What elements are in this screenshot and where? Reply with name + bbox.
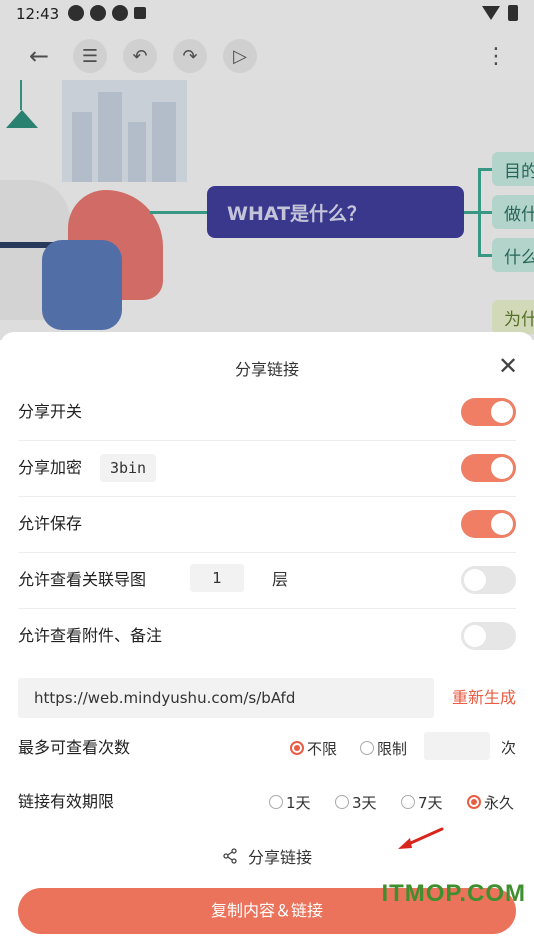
- red-arrow-annotation: [398, 827, 444, 849]
- radio-limited[interactable]: 限制: [360, 728, 407, 768]
- row-label: 分享加密: [18, 458, 83, 477]
- sheet-title: 分享链接: [234, 360, 299, 379]
- attachments-row: 允许查看附件、备注: [18, 608, 516, 664]
- password-field[interactable]: 3bin: [100, 454, 156, 482]
- radio-forever[interactable]: 永久: [467, 782, 514, 822]
- row-label: 允许保存: [18, 514, 83, 533]
- radio-label: 永久: [484, 793, 515, 812]
- share-link-button[interactable]: 分享链接: [222, 844, 312, 868]
- encrypt-toggle[interactable]: [461, 454, 516, 482]
- layers-unit: 层: [272, 570, 289, 589]
- attachments-toggle[interactable]: [461, 622, 516, 650]
- allow-save-row: 允许保存: [18, 496, 516, 553]
- share-switch-row: 分享开关: [18, 384, 516, 441]
- radio-selected-icon: [290, 741, 304, 755]
- radio-label: 限制: [377, 739, 408, 758]
- row-label: 最多可查看次数: [18, 738, 131, 757]
- regenerate-link[interactable]: 重新生成: [452, 678, 516, 718]
- radio-1-day[interactable]: 1天: [269, 782, 311, 822]
- share-sheet: 分享链接 ✕ 分享开关 分享加密 3bin 允许保存 允许查看关联导图 1 层 …: [0, 332, 534, 950]
- row-label: 允许查看关联导图: [18, 570, 147, 589]
- radio-3-days[interactable]: 3天: [335, 782, 377, 822]
- row-label: 分享开关: [18, 402, 83, 421]
- radio-label: 7天: [418, 793, 443, 812]
- watermark-logo: ITMOP.COM: [381, 880, 526, 907]
- radio-unlimited[interactable]: 不限: [290, 728, 337, 768]
- radio-selected-icon: [467, 795, 481, 809]
- row-label: 允许查看附件、备注: [18, 626, 163, 645]
- view-count-unit: 次: [500, 739, 516, 757]
- layers-input[interactable]: 1: [190, 564, 244, 592]
- share-toggle[interactable]: [461, 398, 516, 426]
- close-icon[interactable]: ✕: [496, 354, 520, 378]
- radio-label: 3天: [352, 793, 377, 812]
- radio-icon: [335, 795, 349, 809]
- radio-icon: [360, 741, 374, 755]
- related-maps-row: 允许查看关联导图 1 层: [18, 552, 516, 609]
- share-icon: [223, 848, 237, 864]
- allow-save-toggle[interactable]: [461, 510, 516, 538]
- view-limit-row: 最多可查看次数 不限 限制 次: [18, 728, 516, 768]
- row-label: 链接有效期限: [18, 792, 115, 811]
- radio-label: 不限: [307, 739, 338, 758]
- radio-icon: [401, 795, 415, 809]
- radio-7-days[interactable]: 7天: [401, 782, 443, 822]
- radio-icon: [269, 795, 283, 809]
- dim-overlay[interactable]: [0, 0, 534, 340]
- validity-row: 链接有效期限 1天 3天 7天 永久: [18, 782, 516, 822]
- related-maps-toggle[interactable]: [461, 566, 516, 594]
- radio-label: 1天: [286, 793, 311, 812]
- share-link-label: 分享链接: [248, 848, 313, 867]
- share-encrypt-row: 分享加密 3bin: [18, 440, 516, 497]
- view-count-input[interactable]: [424, 732, 490, 760]
- share-url-field[interactable]: https://web.mindyushu.com/s/bAfd: [18, 678, 434, 718]
